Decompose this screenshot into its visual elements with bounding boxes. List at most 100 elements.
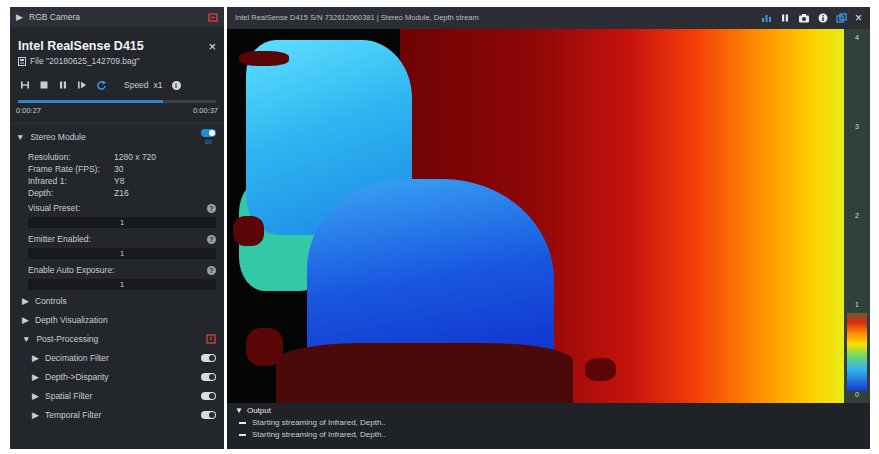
info-value: Z16: [114, 188, 216, 198]
stream-header: Intel RealSense D415 S/N 732612060381 | …: [227, 7, 870, 29]
filter-title[interactable]: ▶ Decimation Filter: [32, 353, 109, 363]
pause-icon[interactable]: [58, 80, 68, 90]
bullet-icon: [239, 434, 246, 436]
close-button[interactable]: ×: [208, 40, 216, 53]
section-row[interactable]: ▶Depth Visualization: [10, 311, 224, 330]
speed-label: Speed: [124, 80, 149, 90]
output-panel: ▼OutputStarting streaming of Infrared, D…: [227, 403, 870, 449]
total-time: 0:00:37: [193, 106, 218, 115]
expand-arrow[interactable]: ▶: [22, 315, 29, 325]
option-field[interactable]: 1: [28, 279, 216, 290]
colorbar-tick: 0: [855, 390, 859, 401]
section-title[interactable]: ▶Depth Visualization: [22, 315, 108, 325]
option-field[interactable]: 1: [28, 248, 216, 259]
expand-arrow[interactable]: ▼: [16, 132, 24, 142]
expand-arrow[interactable]: ▶: [32, 372, 39, 382]
depth-region: [585, 358, 616, 380]
stereo-module-header[interactable]: ▼Stereo Module on: [10, 123, 224, 151]
colorbar-tick: 1: [855, 300, 859, 311]
colorbar-scale: [847, 313, 867, 391]
toggle-switch[interactable]: [201, 354, 216, 362]
filter-label: Depth->Disparity: [45, 372, 109, 382]
info-row: Depth:Z16: [10, 187, 224, 199]
stereo-module-title[interactable]: ▼Stereo Module: [16, 132, 86, 142]
toggle-switch[interactable]: [201, 392, 216, 400]
filter-row[interactable]: ▶ Decimation Filter: [10, 349, 224, 368]
power-icon[interactable]: [206, 334, 216, 344]
option-label: Visual Preset:: [28, 203, 80, 213]
skip-end-icon[interactable]: [77, 80, 87, 90]
option-field[interactable]: 1: [28, 217, 216, 228]
module-toggle[interactable]: on: [201, 129, 216, 146]
file-icon: [18, 57, 26, 66]
camera-icon[interactable]: [798, 13, 810, 23]
toggle-switch[interactable]: [201, 373, 216, 381]
skip-start-icon[interactable]: [20, 80, 30, 90]
file-name: File "20180625_142709.bag": [30, 56, 140, 66]
section-title[interactable]: ▶Controls: [22, 296, 67, 306]
device-title: Intel RealSense D415: [18, 39, 144, 54]
stream-off-icon[interactable]: [208, 13, 218, 22]
toggle-switch[interactable]: [201, 411, 216, 419]
depth-region: [233, 216, 264, 246]
pause-icon[interactable]: [780, 13, 790, 23]
rgb-camera-row[interactable]: ▶RGB Camera: [10, 7, 224, 27]
info-button[interactable]: i: [172, 81, 181, 90]
stop-icon[interactable]: [39, 80, 49, 90]
close-button[interactable]: ×: [855, 12, 862, 24]
maximize-icon[interactable]: [836, 13, 847, 23]
depth-region: [239, 51, 288, 66]
filter-label: Decimation Filter: [45, 353, 109, 363]
section-row[interactable]: ▶Controls: [10, 292, 224, 311]
expand-arrow[interactable]: ▶: [22, 296, 29, 306]
log-line: Starting streaming of Infrared, Depth..: [235, 429, 862, 441]
log-text: Starting streaming of Infrared, Depth..: [252, 429, 386, 441]
expand-arrow[interactable]: ▶: [32, 410, 39, 420]
output-header[interactable]: ▼ Output: [235, 405, 862, 417]
colorbar-tick: 2: [855, 211, 859, 222]
filter-row[interactable]: ▶ Depth->Disparity: [10, 368, 224, 387]
playback-progress-fill: [18, 100, 163, 103]
file-row: File "20180625_142709.bag": [10, 56, 224, 72]
option-label-row: Enable Auto Exposure:?: [28, 264, 216, 277]
metrics-icon[interactable]: [761, 13, 772, 23]
depth-frame: [227, 29, 844, 403]
info-row: Infrared 1:Y8: [10, 175, 224, 187]
filter-label: Spatial Filter: [45, 391, 92, 401]
help-icon[interactable]: ?: [207, 204, 216, 213]
bullet-icon: [239, 422, 246, 424]
option-row: Visual Preset:? 1: [10, 199, 224, 230]
filter-row[interactable]: ▶ Spatial Filter: [10, 387, 224, 406]
log-text: Starting streaming of Infrared, Depth..: [252, 417, 386, 429]
help-icon[interactable]: ?: [207, 266, 216, 275]
playback-controls: Speed x1 i: [10, 72, 224, 96]
loop-icon[interactable]: [96, 80, 107, 91]
expand-arrow[interactable]: ▶: [16, 12, 23, 22]
section-row[interactable]: ▼Post-Processing: [10, 330, 224, 349]
option-row: Enable Auto Exposure:? 1: [10, 261, 224, 292]
info-icon[interactable]: [818, 13, 828, 23]
filter-title[interactable]: ▶ Spatial Filter: [32, 391, 92, 401]
info-value: 1280 x 720: [114, 152, 216, 162]
stream-toolbar: ×: [761, 12, 862, 24]
option-label: Emitter Enabled:: [28, 234, 91, 244]
filter-title[interactable]: ▶ Depth->Disparity: [32, 372, 109, 382]
expand-arrow[interactable]: ▶: [32, 391, 39, 401]
speed-control[interactable]: Speed x1: [124, 80, 163, 90]
filter-title[interactable]: ▶Temporal Filter: [32, 410, 101, 420]
colorbar-tick: 4: [855, 33, 859, 44]
section-title[interactable]: ▼Post-Processing: [22, 334, 98, 344]
expand-arrow[interactable]: ▶: [32, 353, 39, 363]
toggle-switch[interactable]: [201, 129, 216, 137]
depth-region: [276, 343, 572, 403]
help-icon[interactable]: ?: [207, 235, 216, 244]
option-label-row: Visual Preset:?: [28, 202, 216, 215]
playback-progress-track[interactable]: [18, 100, 216, 103]
speed-value[interactable]: x1: [154, 80, 163, 90]
expand-arrow[interactable]: ▼: [22, 334, 30, 344]
expand-arrow[interactable]: ▼: [235, 405, 243, 417]
info-label: Infrared 1:: [28, 176, 114, 186]
output-label: Output: [247, 405, 271, 417]
option-label-row: Emitter Enabled:?: [28, 233, 216, 246]
filter-row[interactable]: ▶Temporal Filter: [10, 406, 224, 425]
